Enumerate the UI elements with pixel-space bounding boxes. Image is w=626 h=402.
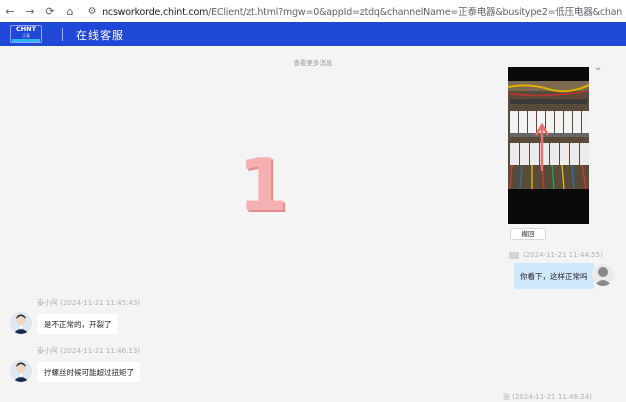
recall-button[interactable]: 撤回 <box>510 228 546 240</box>
agent-message-bubble: 是不正常的，开裂了 <box>38 314 118 334</box>
agent-message-bubble: 拧螺丝时候可能超过扭矩了 <box>38 362 140 382</box>
image-message[interactable] <box>508 67 589 224</box>
chevron-down-icon: ⌄ <box>594 62 603 73</box>
agent-name-timestamp: 泰小阿 (2024-11-21 11:46:13) <box>37 347 141 355</box>
browser-toolbar: ← → ⟳ ⌂ ⚙ ncsworkorde.chint.com/EClient/… <box>0 0 626 22</box>
sender-name-redacted <box>509 251 519 259</box>
logo-text: CHNT <box>15 25 37 33</box>
view-more-messages-link[interactable]: 查看更多消息 <box>0 57 626 67</box>
back-icon[interactable]: ← <box>0 0 20 22</box>
address-bar[interactable]: ⚙ ncsworkorde.chint.com/EClient/zt.html?… <box>86 1 622 21</box>
step-number-watermark: 1 <box>238 143 289 227</box>
url-path: /EClient/zt.html?mgw=0&appId=ztdq&channe… <box>208 7 622 18</box>
agent-name-timestamp: 泰小阿 (2024-11-21 11:45:43) <box>37 299 141 307</box>
chint-logo: CHNT 正泰 <box>10 25 42 43</box>
url-text: ncsworkorde.chint.com/EClient/zt.html?mg… <box>102 4 622 18</box>
site-info-icon[interactable]: ⚙ <box>86 4 98 18</box>
logo-bar <box>12 39 40 42</box>
user-message-bubble: 你看下，这样正常吗 <box>514 263 594 289</box>
logo-subtext: 正泰 <box>22 33 30 38</box>
forward-icon[interactable]: → <box>20 0 40 22</box>
reload-icon[interactable]: ⟳ <box>40 0 60 22</box>
page-title: 在线客服 <box>76 29 124 42</box>
message-timestamp: 张 (2024-11-21 11:46:24) <box>503 393 593 401</box>
header-divider <box>62 28 63 41</box>
message-timestamp-text: (2024-11-21 11:44:55) <box>523 251 603 259</box>
home-icon[interactable]: ⌂ <box>60 0 80 22</box>
message-timestamp: (2024-11-21 11:44:55) <box>509 251 603 259</box>
agent-avatar <box>10 312 32 334</box>
user-avatar <box>592 264 614 286</box>
breaker-panel-photo[interactable] <box>508 81 589 189</box>
agent-avatar <box>10 360 32 382</box>
url-host: ncsworkorde.chint.com <box>102 7 209 18</box>
